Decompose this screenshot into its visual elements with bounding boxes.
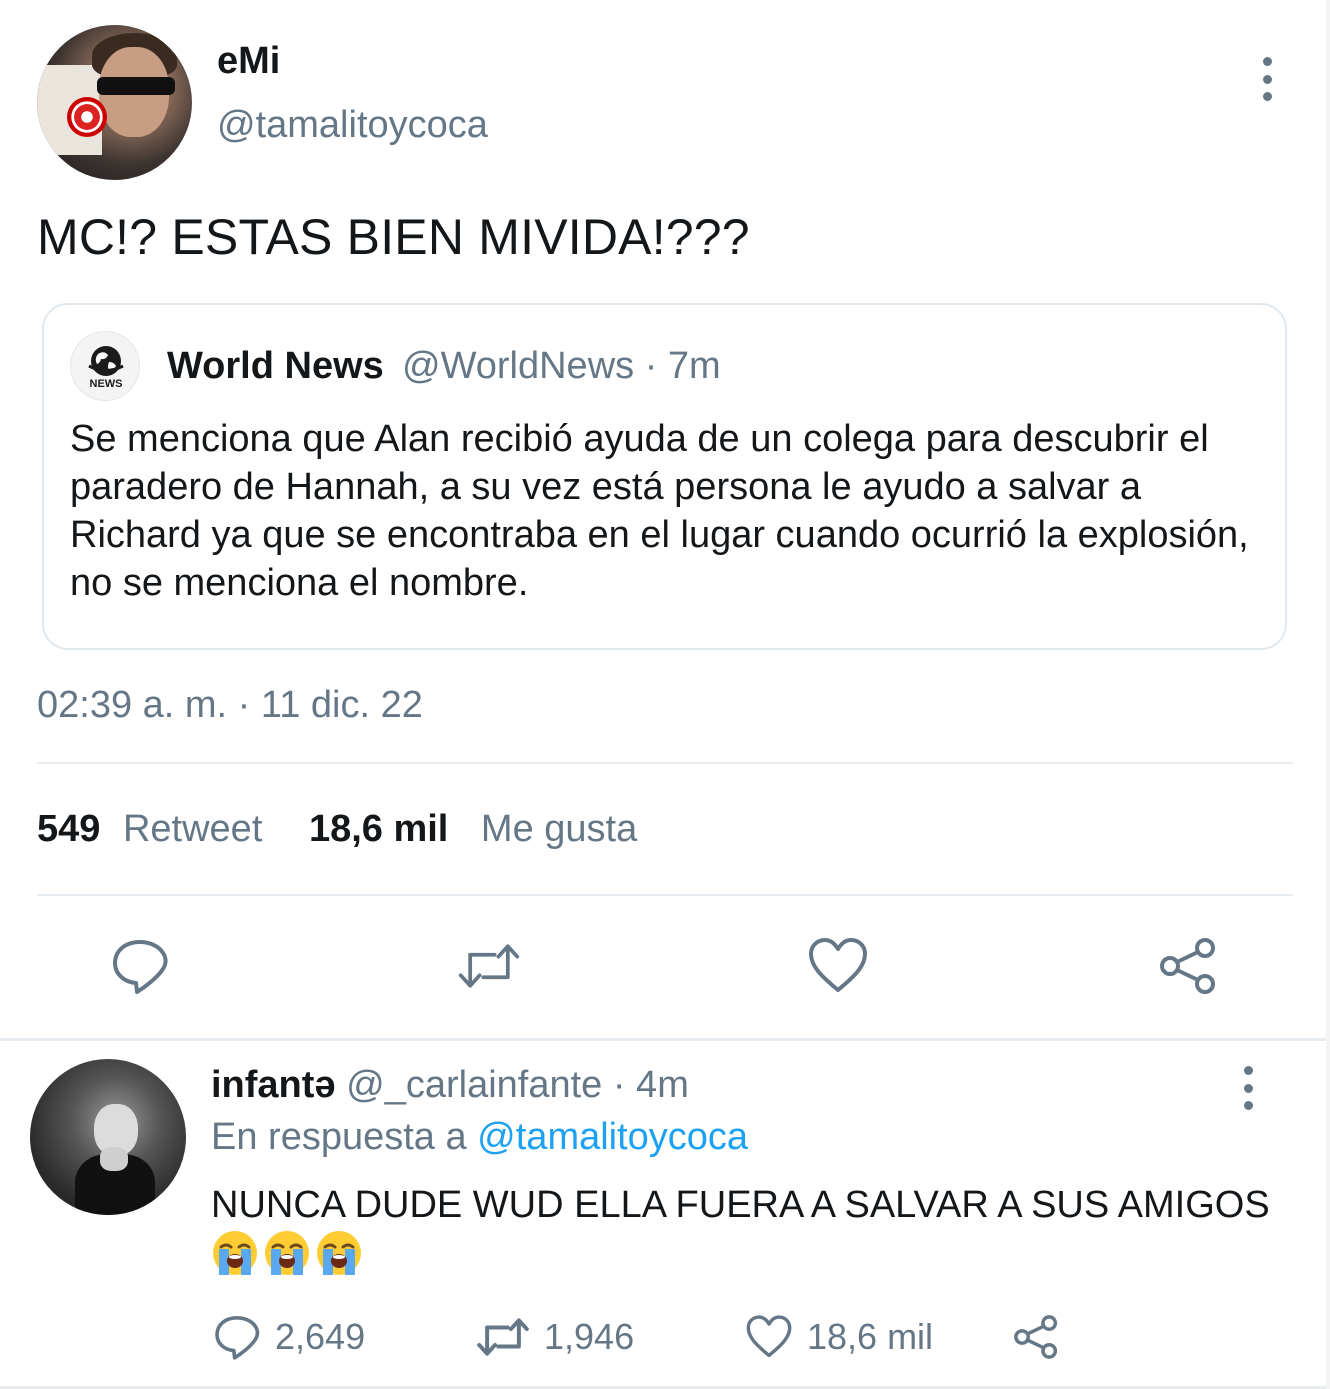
retweets-count[interactable]: 549	[37, 808, 100, 850]
heart-icon	[809, 938, 867, 992]
reply-reply-button[interactable]: 2,649	[213, 1312, 365, 1362]
reply-count: 2,649	[275, 1316, 366, 1357]
retweet-icon	[458, 944, 520, 988]
reply-more-options-icon[interactable]	[1242, 1066, 1254, 1110]
quote-text: Se menciona que Alan recibió ayuda de un…	[70, 418, 1249, 604]
reply-button[interactable]	[108, 934, 172, 998]
reply-to-line: En respuesta a @tamalitoycoca	[211, 1116, 748, 1159]
retweet-icon	[477, 1318, 529, 1356]
like-button[interactable]	[806, 934, 870, 998]
loudly-crying-face-icon	[263, 1229, 311, 1289]
like-count: 18,6 mil	[807, 1316, 934, 1357]
likes-count[interactable]: 18,6 mil	[309, 808, 448, 850]
reply-header: infantə @_carlainfante · 4m	[211, 1064, 689, 1107]
heart-icon	[746, 1315, 792, 1358]
share-icon	[1014, 1315, 1058, 1359]
reply-to-prefix: En respuesta a	[211, 1116, 467, 1158]
tweet-stats: 549 Retweet 18,6 mil Me gusta	[37, 808, 637, 851]
likes-label[interactable]: Me gusta	[481, 808, 637, 850]
reply-to-handle[interactable]: @tamalitoycoca	[477, 1116, 748, 1158]
quote-author-meta[interactable]: @WorldNews · 7m	[402, 345, 721, 388]
share-button[interactable]	[1156, 934, 1220, 998]
thread-divider	[0, 1038, 1330, 1041]
retweets-label[interactable]: Retweet	[123, 808, 262, 850]
main-tweet: eMi @tamalitoycoca MC!? ESTAS BIEN MIVID…	[0, 0, 1330, 1040]
more-options-icon[interactable]	[1261, 57, 1273, 101]
reply-share-button[interactable]	[1012, 1312, 1060, 1362]
divider	[37, 762, 1293, 764]
reply-text-block: NUNCA DUDE WUD ELLA FUERA A SALVAR A SUS…	[211, 1181, 1271, 1289]
loudly-crying-face-icon	[315, 1229, 363, 1289]
reply-like-button[interactable]: 18,6 mil	[745, 1312, 933, 1362]
author-handle[interactable]: @tamalitoycoca	[217, 104, 488, 147]
reply-retweet-button[interactable]: 1,946	[476, 1312, 634, 1362]
quoted-tweet-card[interactable]: NEWS World News @WorldNews · 7m Se menci…	[42, 303, 1287, 650]
scroll-edge	[1326, 0, 1330, 1389]
quote-avatar-label: NEWS	[90, 378, 123, 390]
reply-icon	[113, 940, 168, 994]
reply-text: NUNCA DUDE WUD ELLA FUERA A SALVAR A SUS…	[211, 1184, 1270, 1226]
divider	[37, 894, 1293, 896]
retweet-button[interactable]	[457, 934, 521, 998]
quote-author-name[interactable]: World News	[167, 345, 384, 388]
share-icon	[1160, 938, 1215, 994]
reply-author-avatar[interactable]	[30, 1059, 186, 1215]
reply-author-meta[interactable]: @_carlainfante · 4m	[346, 1064, 689, 1106]
retweet-count: 1,946	[544, 1316, 635, 1357]
quote-avatar: NEWS	[70, 331, 140, 401]
author-name[interactable]: eMi	[217, 40, 280, 83]
globe-news-icon: NEWS	[88, 346, 124, 390]
tweet-text: MC!? ESTAS BIEN MIVIDA!???	[37, 209, 750, 265]
loudly-crying-face-icon	[211, 1229, 259, 1289]
tweet-timestamp[interactable]: 02:39 a. m. · 11 dic. 22	[37, 684, 423, 727]
author-avatar[interactable]	[37, 25, 192, 180]
reply-icon	[215, 1316, 260, 1360]
reply-author-name[interactable]: infantə	[211, 1064, 336, 1106]
